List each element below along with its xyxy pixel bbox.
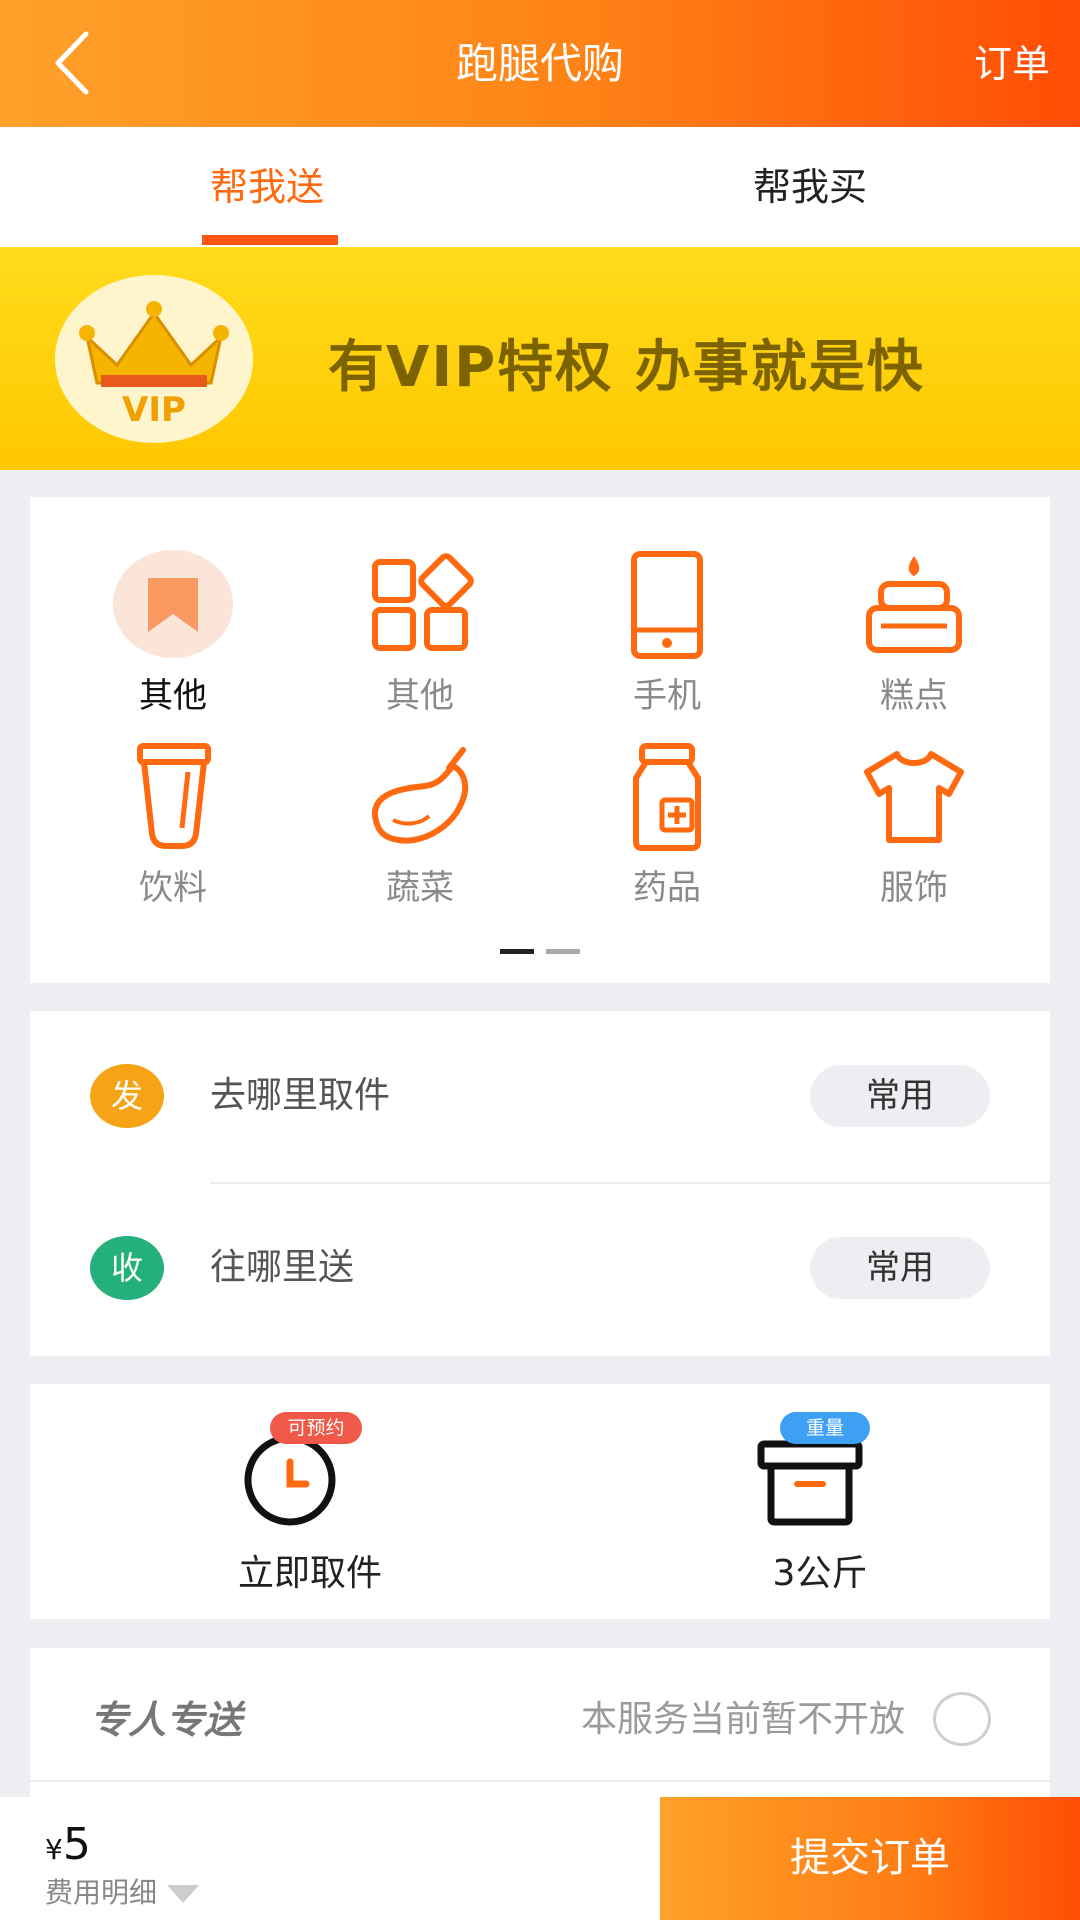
vip-tagline: 有VIP特权 办事就是快 (328, 335, 925, 400)
special-delivery-title: 专人专送 (90, 1698, 243, 1742)
currency-symbol: ¥ (45, 1833, 63, 1866)
category-label: 其他 (386, 676, 454, 716)
category-item-phone[interactable]: 手机 (587, 550, 747, 717)
divider (30, 1780, 1050, 1782)
fee-detail-label: 费用明细 (45, 1876, 158, 1909)
cup-icon (137, 743, 211, 849)
crown-icon: VIP (79, 301, 229, 430)
orders-link[interactable]: 订单 (974, 34, 1050, 94)
page-title: 跑腿代购 (455, 39, 624, 88)
tab-bar: 帮我送 帮我买 (0, 127, 1080, 247)
active-tab-indicator (202, 235, 338, 245)
pickup-address-row[interactable]: 发 去哪里取件 常用 (30, 1011, 1050, 1181)
pager-dot-active[interactable] (500, 949, 534, 954)
app-header: 跑腿代购 订单 (0, 0, 1080, 127)
pickup-time-label: 立即取件 (237, 1553, 382, 1594)
vip-crown-badge: VIP (55, 275, 253, 443)
address-card: 发 去哪里取件 常用 收 往哪里送 常用 (30, 1011, 1050, 1356)
category-item-drink[interactable]: 饮料 (93, 742, 253, 909)
category-grid: 其他 其他 手机 糕点 饮料 蔬菜 药品 服饰 (30, 497, 1050, 983)
cake-icon (866, 556, 962, 653)
category-label: 糕点 (880, 676, 948, 716)
delivery-common-button[interactable]: 常用 (810, 1237, 990, 1299)
delivery-address-row[interactable]: 收 往哪里送 常用 (30, 1183, 1050, 1353)
tab-send-for-me[interactable]: 帮我送 (192, 127, 342, 247)
pickup-address-field[interactable]: 去哪里取件 (210, 1066, 390, 1126)
tab-buy-for-me[interactable]: 帮我买 (730, 127, 890, 247)
category-item-vegetable[interactable]: 蔬菜 (340, 742, 500, 909)
tshirt-icon (864, 751, 964, 843)
price-value: 5 (62, 1819, 91, 1870)
category-item-clothing[interactable]: 服饰 (834, 742, 994, 909)
delivery-badge: 收 (90, 1236, 164, 1300)
submit-order-button[interactable]: 提交订单 (660, 1797, 1080, 1920)
pickup-common-button[interactable]: 常用 (810, 1065, 990, 1127)
category-item-medicine[interactable]: 药品 (587, 742, 747, 909)
service-unavailable-note: 本服务当前暂不开放 (580, 1699, 905, 1740)
weight-label: 3公斤 (772, 1553, 868, 1594)
vip-banner[interactable]: VIP 有VIP特权 办事就是快 (0, 247, 1080, 470)
pager-dot[interactable] (546, 949, 580, 954)
category-item-other[interactable]: 其他 (340, 550, 500, 717)
svg-text:VIP: VIP (122, 390, 186, 430)
weight-tag: 重量 (780, 1412, 870, 1444)
reservable-tag: 可预约 (270, 1412, 362, 1444)
delivery-address-field[interactable]: 往哪里送 (210, 1238, 354, 1298)
phone-icon (631, 551, 703, 659)
category-label: 手机 (633, 676, 701, 716)
category-label: 其他 (139, 676, 207, 716)
options-card: 立即取件 可预约 3公斤 重量 (30, 1384, 1050, 1619)
pickup-badge: 发 (90, 1064, 164, 1128)
category-label: 服饰 (880, 868, 948, 908)
category-item-other-selected[interactable]: 其他 (93, 550, 253, 717)
medicine-bottle-icon (633, 743, 701, 851)
category-label: 药品 (633, 868, 701, 908)
special-delivery-radio[interactable] (933, 1692, 991, 1746)
bookmark-icon (148, 578, 198, 632)
chevron-down-icon (167, 1885, 200, 1903)
bottom-action-bar: ¥5 费用明细 提交订单 (0, 1797, 1080, 1920)
grid-icon (372, 553, 474, 651)
total-price: ¥5 (45, 1819, 91, 1870)
category-label: 饮料 (139, 868, 207, 908)
fee-detail-toggle[interactable]: 费用明细 (45, 1873, 200, 1913)
category-label: 蔬菜 (386, 868, 454, 908)
eggplant-icon (372, 747, 469, 844)
category-item-cake[interactable]: 糕点 (834, 550, 994, 717)
